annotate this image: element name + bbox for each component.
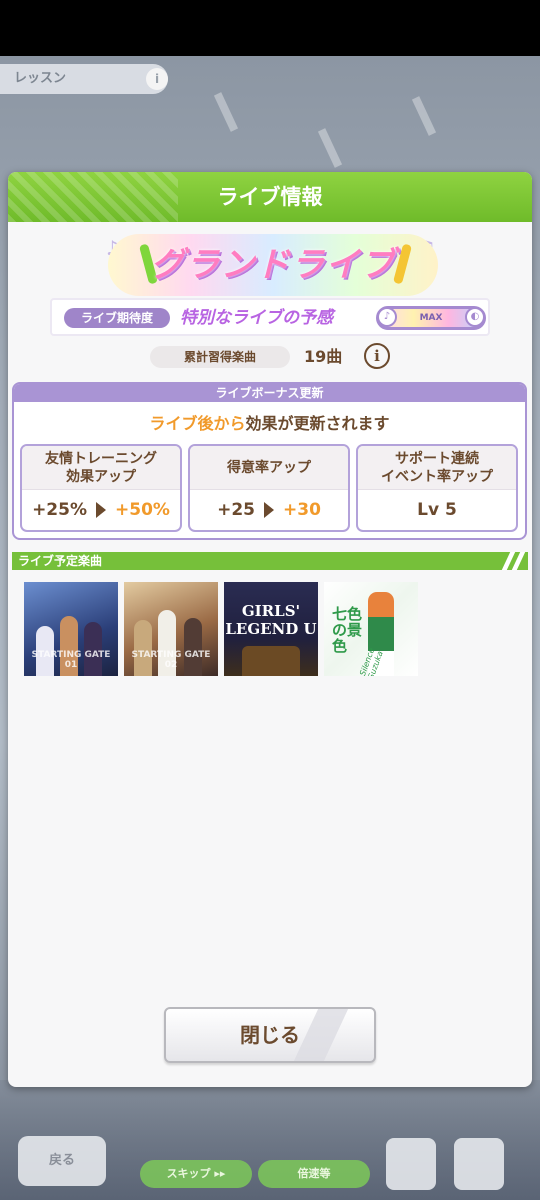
bonus-before: +25 [217, 500, 255, 520]
bonus-card-support: サポート連続 イベント率アップ Lv 5 [356, 444, 518, 532]
castle-shape [242, 646, 300, 676]
lesson-label: レッスン [14, 71, 67, 86]
light-streak [213, 92, 239, 132]
bonus-card-friendship: 友情トレーニング 効果アップ +25% +50% [20, 444, 182, 532]
song-title: 七色の景色 [332, 605, 363, 655]
bonus-card-title: サポート連続 イベント率アップ [358, 446, 516, 490]
song-title: GIRLS' LEGEND U [225, 602, 317, 638]
song-title: STARTING GATE 02 [131, 650, 211, 670]
menu-button[interactable] [454, 1138, 504, 1190]
live-bonus-panel: ライブボーナス更新 ライブ後から効果が更新されます 友情トレーニング 効果アップ… [12, 382, 527, 540]
song-title: STARTING GATE 01 [31, 650, 111, 670]
bonus-before: +25% [32, 500, 87, 520]
learned-songs-value: 19曲 [304, 347, 343, 366]
close-button-label: 閉じる [240, 1023, 300, 1047]
bonus-card-values: +25 +30 [190, 490, 348, 530]
skip-button[interactable]: スキップ ▸▸ [140, 1160, 252, 1188]
back-button[interactable]: 戻る [18, 1136, 106, 1186]
button-glare [293, 1009, 349, 1061]
dialog-title: ライブ情報 [217, 185, 323, 209]
bonus-header: ライブボーナス更新 [14, 384, 525, 402]
speed-button[interactable]: 倍速等 [258, 1160, 370, 1188]
expectation-label: ライブ期待度 [64, 308, 170, 328]
songs-header: ライブ予定楽曲 [12, 552, 528, 570]
arrow-right-icon [96, 502, 106, 518]
bonus-card-specialty: 得意率アップ +25 +30 [188, 444, 350, 532]
songs-header-label: ライブ予定楽曲 [18, 554, 103, 568]
grand-live-banner: グランドライブ [108, 234, 438, 296]
bonus-card-title: 得意率アップ [190, 446, 348, 490]
bonus-card-values: Lv 5 [358, 490, 516, 530]
info-icon[interactable]: i [364, 343, 390, 369]
bonus-after: +30 [283, 500, 321, 520]
song-jacket-2[interactable]: STARTING GATE 02 [124, 582, 218, 676]
banner-title: グランドライブ [150, 245, 396, 285]
log-button[interactable] [386, 1138, 436, 1190]
rainbow-icon: ◐ [465, 307, 485, 327]
expectation-row: ライブ期待度 特別なライブの予感 MAX ♪ ◐ [50, 298, 490, 336]
live-info-dialog: ライブ情報 ♪ ♫ ♫ ♪ グランドライブ ライブ期待度 特別なライブの予感 M… [8, 172, 532, 1087]
song-jacket-4[interactable]: 七色の景色 Silence Suzuka [324, 582, 418, 676]
light-streak [411, 96, 437, 136]
bonus-subtitle-pre: ライブ後から [149, 414, 246, 433]
bonus-subtitle-mid: 効果 [245, 414, 278, 433]
dialog-header: ライブ情報 [8, 172, 532, 222]
bonus-subtitle: ライブ後から効果が更新されます [14, 410, 525, 434]
song-jacket-1[interactable]: STARTING GATE 01 [24, 582, 118, 676]
expectation-meter: MAX ♪ ◐ [376, 306, 486, 330]
music-note-icon: ♪ [377, 307, 397, 327]
arrow-right-icon [264, 502, 274, 518]
learned-songs-label: 累計習得楽曲 [150, 346, 290, 368]
close-button[interactable]: 閉じる [164, 1007, 376, 1063]
lesson-pill: レッスン i [0, 64, 168, 94]
bonus-card-title: 友情トレーニング 効果アップ [22, 446, 180, 490]
song-jacket-3[interactable]: GIRLS' LEGEND U [224, 582, 318, 676]
bonus-subtitle-post: が更新されます [277, 414, 390, 433]
light-streak [317, 128, 343, 168]
info-icon: i [146, 68, 168, 90]
bonus-card-values: +25% +50% [22, 490, 180, 530]
status-bar [0, 0, 540, 56]
bonus-after: +50% [115, 500, 170, 520]
expectation-value: 特別なライブの予感 [180, 308, 333, 328]
bonus-level: Lv 5 [417, 500, 457, 520]
